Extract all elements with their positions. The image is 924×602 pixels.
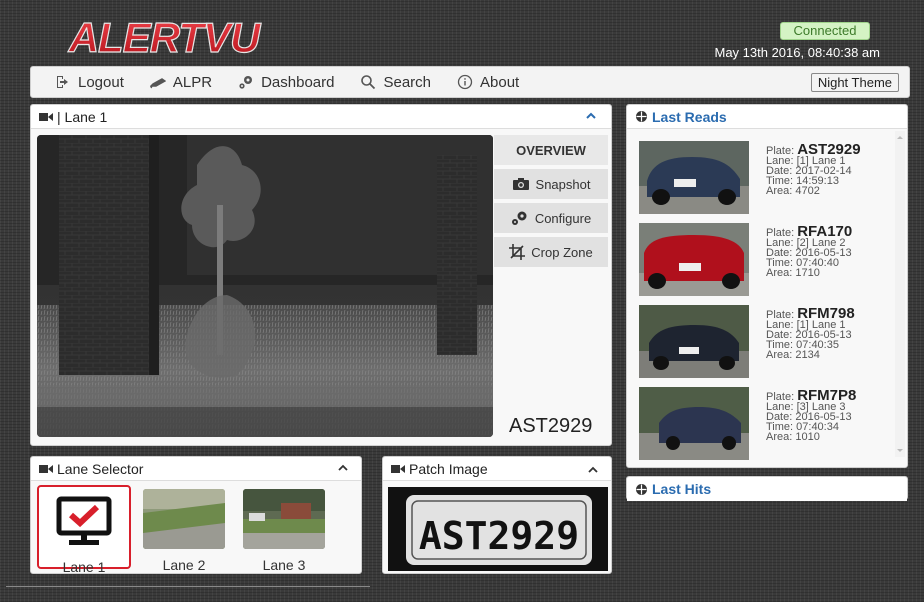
configure-label: Configure: [534, 210, 592, 226]
camera-alpr-icon: [149, 78, 166, 89]
night-theme-button[interactable]: Night Theme: [810, 73, 899, 92]
snapshot-label: Snapshot: [535, 176, 591, 192]
info-icon: [457, 74, 473, 90]
nav-logout-label: Logout: [78, 73, 124, 91]
lane-tile-2[interactable]: Lane 2: [137, 485, 231, 573]
monitor-check-icon: [43, 491, 125, 551]
last-reads-header: Last Reads: [627, 105, 907, 129]
vehicle-thumbnail: [639, 141, 749, 214]
area-value: Area: 4702: [766, 185, 820, 197]
chevron-up-icon[interactable]: [337, 462, 349, 474]
vehicle-thumbnail: [639, 223, 749, 296]
area-value: Area: 1710: [766, 267, 820, 279]
crosshair-icon: [635, 483, 648, 496]
last-hits-header[interactable]: Last Hits: [627, 477, 907, 501]
cogs-icon: [511, 211, 527, 225]
lane-view-title: | Lane 1: [57, 108, 108, 125]
video-camera-icon: [39, 464, 53, 474]
snapshot-button[interactable]: Snapshot: [494, 169, 608, 199]
nav-dashboard-label: Dashboard: [261, 73, 335, 91]
crop-zone-button[interactable]: Crop Zone: [494, 237, 608, 267]
lane-3-thumbnail: [243, 489, 325, 549]
lane-2-thumbnail: [143, 489, 225, 549]
video-camera-icon: [391, 464, 405, 474]
logout-icon: [57, 76, 68, 88]
overview-label: OVERVIEW: [516, 142, 586, 158]
chevron-up-icon[interactable]: [585, 110, 597, 122]
current-plate-text: AST2929: [509, 415, 593, 437]
configure-button[interactable]: Configure: [494, 203, 608, 233]
read-item[interactable]: Plate: RFA170 Lane: [2] Lane 2 Date: 201…: [639, 223, 879, 299]
last-hits-panel: Last Hits: [626, 476, 908, 501]
nav-logout[interactable]: Logout: [55, 74, 124, 91]
last-reads-title: Last Reads: [652, 108, 727, 125]
scroll-up-arrow[interactable]: [895, 133, 905, 141]
main-navbar: Logout ALPR Dashboard Search About Night…: [30, 66, 910, 98]
crop-icon: [509, 244, 526, 260]
patch-image-header: Patch Image: [383, 457, 611, 481]
area-value: Area: 2134: [766, 349, 820, 361]
read-details: Plate: RFM798 Lane: [1] Lane 1 Date: 201…: [766, 306, 855, 361]
cogs-icon: [239, 76, 253, 89]
lane-tile-label: Lane 2: [162, 557, 206, 573]
crosshair-icon: [635, 110, 648, 123]
lane-view-header: | Lane 1: [31, 105, 611, 129]
camera-icon: [512, 178, 529, 190]
current-datetime: May 13th 2016, 08:40:38 am: [714, 45, 880, 60]
lane-view-panel: | Lane 1 OVERVIEW Snapshot Configure Cro…: [30, 104, 612, 446]
nav-about-label: About: [480, 73, 520, 91]
lane-tile-label: Lane 1: [62, 559, 106, 575]
vehicle-thumbnail: [639, 305, 749, 378]
nav-alpr[interactable]: ALPR: [149, 73, 213, 91]
read-details: Plate: RFM7P8 Lane: [3] Lane 3 Date: 201…: [766, 388, 856, 443]
patch-plate-text: AST2929: [419, 514, 579, 558]
read-item[interactable]: Plate: RFM798 Lane: [1] Lane 1 Date: 201…: [639, 305, 879, 381]
area-value: Area: 1010: [766, 431, 820, 443]
video-camera-icon: [39, 112, 53, 122]
logo-text: ALERTVU: [68, 14, 262, 58]
patch-image-title: Patch Image: [409, 460, 488, 477]
nav-search-label: Search: [383, 73, 431, 91]
chevron-up-icon[interactable]: [587, 464, 599, 476]
read-details: Plate: AST2929 Lane: [1] Lane 1 Date: 20…: [766, 142, 861, 197]
plate-patch-image: AST2929: [388, 487, 608, 571]
connection-status-badge: Connected: [780, 22, 870, 40]
last-hits-title: Last Hits: [652, 481, 712, 497]
lane-selector-header: Lane Selector: [31, 457, 361, 481]
read-item[interactable]: Plate: AST2929 Lane: [1] Lane 1 Date: 20…: [639, 141, 879, 217]
camera-feed-image: [37, 135, 493, 437]
read-item[interactable]: Plate: RFM7P8 Lane: [3] Lane 3 Date: 201…: [639, 387, 879, 463]
lane-tile-label: Lane 3: [262, 557, 306, 573]
nav-dashboard[interactable]: Dashboard: [238, 74, 334, 91]
last-reads-panel: Last Reads Plate: AST2929 Lane: [1] Lane…: [626, 104, 908, 468]
read-details: Plate: RFA170 Lane: [2] Lane 2 Date: 201…: [766, 224, 852, 279]
overview-button[interactable]: OVERVIEW: [494, 135, 608, 165]
nav-alpr-label: ALPR: [172, 73, 213, 91]
nav-search[interactable]: Search: [360, 74, 431, 91]
scroll-down-arrow[interactable]: [895, 447, 905, 455]
patch-image-panel: Patch Image AST2929: [382, 456, 612, 574]
lane-selector-title: Lane Selector: [57, 460, 144, 477]
last-reads-scrollbar[interactable]: [895, 131, 905, 457]
lane-selector-panel: Lane Selector Lane 1 Lane 2 Lane 3: [30, 456, 362, 575]
nav-about[interactable]: About: [457, 74, 519, 91]
search-icon: [361, 75, 376, 90]
divider: [6, 586, 370, 587]
lane-tile-1[interactable]: Lane 1: [37, 485, 131, 575]
vehicle-thumbnail: [639, 387, 749, 460]
lane-tile-3[interactable]: Lane 3: [237, 485, 331, 573]
crop-zone-label: Crop Zone: [531, 244, 593, 260]
alertvu-logo: ALERTVU: [67, 14, 263, 58]
